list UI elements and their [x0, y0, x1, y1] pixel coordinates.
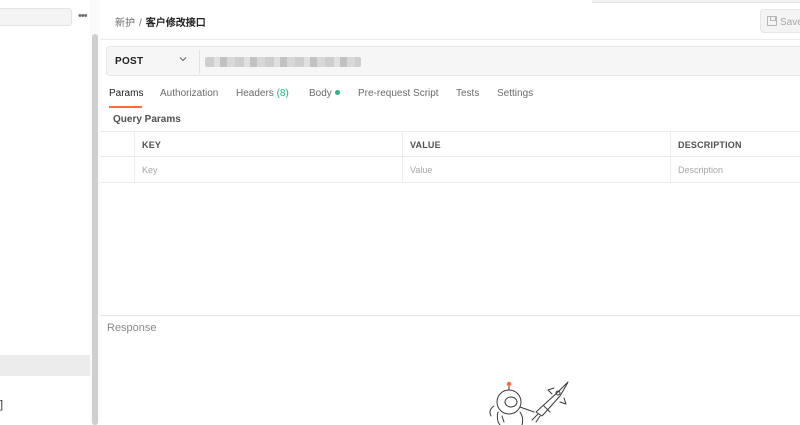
breadcrumb-parent[interactable]: 新护: [115, 18, 135, 29]
table-row: Key Value Description: [100, 157, 800, 183]
params-table: KEY VALUE DESCRIPTION Key Value Descript…: [100, 131, 800, 183]
tab-body-label: Body: [309, 88, 332, 99]
chevron-down-icon[interactable]: [179, 55, 187, 63]
save-icon: [767, 16, 777, 26]
breadcrumb: 新护 / 客户修改接口: [115, 14, 206, 29]
query-params-title: Query Params: [113, 114, 181, 125]
tab-tests[interactable]: Tests: [456, 88, 479, 99]
headers-count: (8): [276, 88, 289, 99]
header-description: DESCRIPTION: [670, 132, 800, 157]
key-input[interactable]: Key: [134, 157, 402, 182]
save-button[interactable]: Save: [760, 9, 800, 33]
sidebar-scroll-thumb[interactable]: [92, 34, 98, 425]
window-tab-strip: [592, 0, 800, 3]
header-value: VALUE: [402, 132, 670, 157]
tab-params[interactable]: Params: [109, 88, 143, 99]
astronaut-illustration-icon: [489, 381, 569, 425]
description-input[interactable]: Description: [670, 157, 800, 182]
url-bar: POST: [106, 46, 800, 76]
tab-headers[interactable]: Headers (8): [236, 88, 289, 99]
sidebar-search-input[interactable]: [0, 8, 72, 26]
response-divider[interactable]: [100, 315, 800, 316]
response-title: Response: [107, 322, 157, 334]
tab-headers-label: Headers: [236, 88, 274, 99]
sidebar: ••• ]: [0, 0, 100, 425]
active-tab-indicator: [109, 106, 142, 108]
url-divider: [199, 50, 200, 74]
tab-pre-request-script[interactable]: Pre-request Script: [358, 88, 439, 99]
breadcrumb-separator: /: [139, 18, 142, 29]
request-name[interactable]: 客户修改接口: [146, 18, 206, 29]
request-tabs: Params Authorization Headers (8) Body Pr…: [100, 84, 800, 108]
tab-settings[interactable]: Settings: [497, 88, 533, 99]
header-checkbox-cell: [100, 132, 134, 157]
body-indicator-dot: [334, 90, 340, 95]
more-options-icon[interactable]: •••: [78, 10, 88, 22]
url-input[interactable]: [205, 57, 361, 67]
value-input[interactable]: Value: [402, 157, 670, 182]
method-select[interactable]: POST: [115, 56, 143, 67]
request-header-bar: 新护 / 客户修改接口 Save: [100, 0, 800, 40]
tab-authorization[interactable]: Authorization: [160, 88, 218, 99]
save-button-label: Save: [780, 17, 800, 28]
table-header-row: KEY VALUE DESCRIPTION: [100, 131, 800, 157]
sidebar-item-fragment: ]: [0, 399, 4, 411]
tab-body[interactable]: Body: [309, 88, 340, 99]
sidebar-selected-item[interactable]: [0, 355, 90, 376]
row-checkbox-cell[interactable]: [100, 157, 134, 182]
header-key: KEY: [134, 132, 402, 157]
